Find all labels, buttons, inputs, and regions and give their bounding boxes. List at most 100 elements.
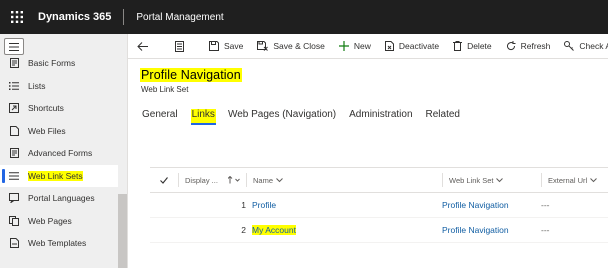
delete-label: Delete	[467, 41, 492, 51]
tab-web-pages-navigation[interactable]: Web Pages (Navigation)	[228, 109, 336, 124]
table-row[interactable]: 2 My Account Profile Navigation ---	[150, 218, 608, 243]
display-order-value: 2	[241, 225, 246, 235]
menu-icon	[9, 42, 19, 51]
tab-related[interactable]: Related	[426, 109, 460, 124]
column-label: Web Link Set	[449, 175, 494, 185]
name-link[interactable]: My Account	[252, 225, 296, 235]
column-label: Name	[253, 175, 274, 185]
refresh-button[interactable]: Refresh	[499, 34, 558, 59]
web-link-set-link[interactable]: Profile Navigation	[442, 200, 509, 210]
checkmark-icon	[160, 176, 168, 184]
back-button[interactable]	[128, 34, 162, 59]
sidebar-item-web-templates[interactable]: Web Templates	[0, 232, 118, 255]
sidebar: Basic Forms Lists Shortcuts Web Files Ad…	[0, 34, 128, 268]
name-link[interactable]: Profile	[252, 200, 276, 210]
record-title: Profile Navigation	[140, 68, 242, 82]
sidebar-item-label: Web Pages	[28, 215, 72, 226]
app-launcher-icon[interactable]	[0, 0, 34, 34]
cell-name: My Account	[246, 225, 442, 235]
key-icon	[564, 41, 575, 51]
sidebar-scrollbar[interactable]	[118, 194, 127, 268]
cell-web-link-set: Profile Navigation	[442, 225, 541, 235]
sidebar-item-advanced-forms[interactable]: Advanced Forms	[0, 142, 118, 165]
delete-button[interactable]: Delete	[446, 34, 499, 59]
refresh-icon	[506, 41, 516, 51]
new-button[interactable]: New	[332, 34, 378, 59]
record-set-button[interactable]	[168, 34, 196, 59]
tab-label: Administration	[349, 109, 413, 120]
active-tab-indicator	[190, 123, 216, 125]
plus-icon	[338, 41, 349, 51]
save-icon	[209, 41, 219, 51]
column-header-web-link-set[interactable]: Web Link Set	[442, 173, 541, 187]
tab-label: Links	[191, 109, 215, 120]
save-close-button[interactable]: Save & Close	[250, 34, 332, 59]
tab-general[interactable]: General	[142, 109, 178, 124]
sidebar-nav-list: Basic Forms Lists Shortcuts Web Files Ad…	[0, 52, 118, 255]
sidebar-item-label: Lists	[28, 80, 46, 91]
chevron-down-icon	[590, 177, 598, 182]
tab-label: Web Pages (Navigation)	[227, 109, 337, 120]
column-label: External Url	[548, 175, 588, 185]
tab-label: General	[142, 109, 178, 120]
app-name[interactable]: Portal Management	[136, 12, 223, 23]
template-icon	[9, 238, 19, 249]
cell-display-order: 2	[178, 225, 246, 235]
sidebar-item-label: Shortcuts	[28, 103, 64, 114]
save-label: Save	[224, 41, 244, 51]
column-header-external-url[interactable]: External Url	[541, 173, 608, 187]
check-access-button[interactable]: Check Acc	[557, 34, 608, 59]
chevron-down-icon	[496, 177, 504, 182]
trash-icon	[453, 41, 463, 51]
cell-web-link-set: Profile Navigation	[442, 200, 541, 210]
sidebar-item-portal-languages[interactable]: Portal Languages	[0, 187, 118, 210]
sidebar-item-basic-forms[interactable]: Basic Forms	[0, 52, 118, 75]
tab-administration[interactable]: Administration	[349, 109, 412, 124]
command-bar: Save Save & Close New Deactivate Delete …	[128, 34, 608, 59]
select-all-checkbox[interactable]	[150, 176, 178, 184]
cell-external-url: ---	[541, 225, 550, 235]
sidebar-item-shortcuts[interactable]: Shortcuts	[0, 97, 118, 120]
selected-indicator	[2, 168, 5, 183]
column-label: Display ...	[185, 175, 218, 185]
file-icon	[9, 125, 19, 136]
tab-label: Related	[425, 109, 460, 120]
grid-header: Display ... Name Web Link Set External U…	[150, 167, 608, 193]
sidebar-item-label: Advanced Forms	[28, 148, 93, 159]
refresh-label: Refresh	[520, 41, 551, 51]
save-close-icon	[257, 41, 269, 51]
sidebar-item-web-link-sets[interactable]: Web Link Sets	[0, 164, 118, 187]
sidebar-item-label: Basic Forms	[28, 58, 76, 69]
deactivate-icon	[384, 41, 394, 51]
list-icon	[9, 81, 19, 91]
form-tabs: General Links Web Pages (Navigation) Adm…	[142, 109, 473, 125]
display-order-value: 1	[241, 200, 246, 210]
column-header-display-order[interactable]: Display ...	[178, 173, 246, 187]
form-icon	[175, 40, 184, 52]
sidebar-item-label: Portal Languages	[28, 193, 95, 204]
deactivate-button[interactable]: Deactivate	[378, 34, 446, 59]
deactivate-label: Deactivate	[398, 41, 440, 51]
table-row[interactable]: 1 Profile Profile Navigation ---	[150, 193, 608, 218]
web-link-set-link[interactable]: Profile Navigation	[442, 225, 509, 235]
cell-display-order: 1	[178, 200, 246, 210]
sidebar-item-web-pages[interactable]: Web Pages	[0, 210, 118, 233]
shortcut-icon	[9, 103, 19, 114]
app-title[interactable]: Dynamics 365	[38, 11, 111, 23]
new-label: New	[353, 41, 371, 51]
back-arrow-icon	[137, 41, 148, 51]
sidebar-item-label: Web Templates	[28, 238, 87, 249]
check-access-label: Check Acc	[579, 41, 608, 51]
language-icon	[9, 193, 19, 204]
sidebar-item-web-files[interactable]: Web Files	[0, 120, 118, 143]
tab-links[interactable]: Links	[190, 109, 216, 125]
list-icon	[9, 171, 19, 181]
sidebar-item-label: Web Files	[28, 125, 66, 136]
column-header-name[interactable]: Name	[246, 173, 442, 187]
form-icon	[9, 148, 19, 159]
sidebar-item-lists[interactable]: Lists	[0, 75, 118, 98]
cell-name: Profile	[246, 200, 442, 210]
save-button[interactable]: Save	[202, 34, 250, 59]
topbar-divider	[123, 9, 125, 25]
cell-external-url: ---	[541, 200, 550, 210]
